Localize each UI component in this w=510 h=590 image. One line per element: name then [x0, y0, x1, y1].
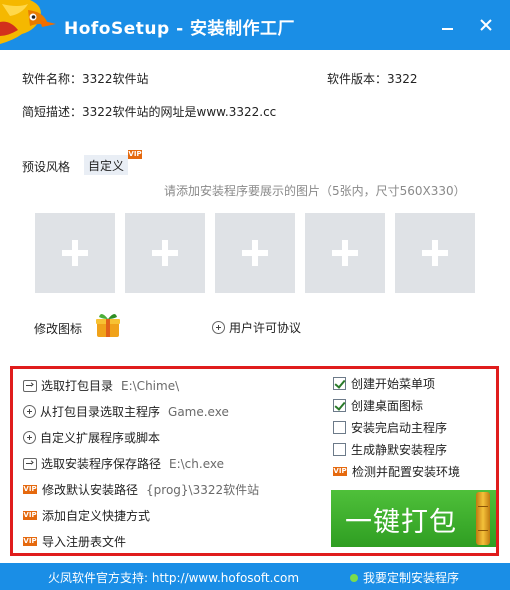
- select-main-program[interactable]: 从打包目录选取主程序 Game.exe: [23, 403, 229, 420]
- modify-install-path[interactable]: VIP 修改默认安装路径 {prog}\3322软件站: [23, 481, 259, 498]
- software-description-value: 3322软件站的网址是www.3322.cc: [82, 105, 277, 119]
- license-label: 用户许可协议: [229, 321, 302, 335]
- image-slots: [35, 213, 480, 293]
- add-image-slot[interactable]: [125, 213, 205, 293]
- plus-icon: [332, 240, 358, 266]
- row-value: {prog}\3322软件站: [146, 483, 260, 497]
- row-value: Game.exe: [168, 404, 229, 419]
- vip-badge: VIP: [23, 511, 37, 520]
- option-launch-after-install[interactable]: 安装完启动主程序: [333, 419, 447, 436]
- option-silent-installer[interactable]: 生成静默安装程序: [333, 441, 447, 458]
- phoenix-logo-icon: [0, 0, 58, 50]
- row-label: 从打包目录选取主程序: [40, 405, 161, 419]
- row-label: 自定义扩展程序或脚本: [40, 431, 161, 445]
- option-label: 安装完启动主程序: [351, 421, 448, 435]
- plus-icon: [152, 240, 178, 266]
- row-value: E:\Chime\: [121, 378, 180, 393]
- close-icon[interactable]: [478, 17, 494, 33]
- row-label: 修改默认安装路径: [42, 483, 139, 497]
- option-desktop-icon[interactable]: 创建桌面图标: [333, 397, 423, 414]
- plus-icon: [422, 240, 448, 266]
- add-circle-icon: [212, 321, 225, 334]
- vip-badge: VIP: [128, 150, 142, 159]
- app-icon-preview[interactable]: [93, 310, 123, 340]
- folder-icon: [23, 379, 37, 392]
- row-label: 选取安装程序保存路径: [41, 457, 162, 471]
- import-registry-file[interactable]: VIP 导入注册表文件: [23, 533, 126, 550]
- software-name-label: 软件名称：: [22, 72, 83, 86]
- software-version: 软件版本：3322: [327, 70, 418, 87]
- option-start-menu[interactable]: 创建开始菜单项: [333, 375, 435, 392]
- add-circle-icon: [23, 405, 36, 418]
- plus-icon: [242, 240, 268, 266]
- option-label: 创建桌面图标: [351, 399, 424, 413]
- vip-badge: VIP: [23, 485, 37, 494]
- select-save-path[interactable]: 选取安装程序保存路径 E:\ch.exe: [23, 455, 224, 472]
- modify-icon-label: 修改图标: [34, 322, 83, 336]
- vip-badge: VIP: [23, 537, 37, 546]
- window-title: HofoSetup - 安装制作工厂: [64, 19, 296, 39]
- row-value: E:\ch.exe: [169, 456, 224, 471]
- software-version-label: 软件版本：: [327, 72, 388, 86]
- software-description: 简短描述：3322软件站的网址是www.3322.cc: [22, 103, 276, 120]
- add-custom-shortcut[interactable]: VIP 添加自定义快捷方式: [23, 507, 150, 524]
- plus-icon: [62, 240, 88, 266]
- checkbox[interactable]: [333, 443, 346, 456]
- license-agreement-link[interactable]: 用户许可协议: [212, 319, 301, 336]
- checkbox[interactable]: [333, 399, 346, 412]
- custom-installer-label: 我要定制安装程序: [363, 571, 460, 585]
- folder-icon: [23, 457, 37, 470]
- custom-extension-script[interactable]: 自定义扩展程序或脚本: [23, 429, 160, 446]
- minimize-icon[interactable]: [440, 17, 456, 33]
- vip-badge: VIP: [333, 467, 347, 476]
- checkbox[interactable]: [333, 421, 346, 434]
- option-detect-environment[interactable]: VIP 检测并配置安装环境: [333, 463, 460, 480]
- add-image-slot[interactable]: [305, 213, 385, 293]
- title-bar: HofoSetup - 安装制作工厂: [0, 0, 510, 50]
- add-circle-icon: [23, 431, 36, 444]
- preset-style-tab[interactable]: 预设风格: [22, 158, 70, 175]
- build-settings-panel: 选取打包目录 E:\Chime\ 从打包目录选取主程序 Game.exe 自定义…: [10, 366, 499, 556]
- software-version-value: 3322: [387, 72, 418, 86]
- official-support-link[interactable]: 火凤软件官方支持: http://www.hofosoft.com: [48, 569, 299, 586]
- option-label: 检测并配置安装环境: [352, 465, 461, 479]
- row-label: 添加自定义快捷方式: [42, 509, 151, 523]
- software-name: 软件名称：3322软件站: [22, 70, 149, 87]
- build-button-label: 一键打包: [345, 507, 457, 538]
- add-image-slot[interactable]: [35, 213, 115, 293]
- checkbox[interactable]: [333, 377, 346, 390]
- row-label: 选取打包目录: [41, 379, 114, 393]
- custom-installer-link[interactable]: 我要定制安装程序: [350, 569, 459, 586]
- option-label: 创建开始菜单项: [351, 377, 436, 391]
- option-label: 生成静默安装程序: [351, 443, 448, 457]
- one-click-build-button[interactable]: 一键打包: [331, 490, 496, 547]
- add-image-slot[interactable]: [395, 213, 475, 293]
- footer-bar: 火凤软件官方支持: http://www.hofosoft.com 我要定制安装…: [0, 563, 510, 590]
- custom-style-tab[interactable]: 自定义: [84, 155, 129, 175]
- image-hint: 请添加安装程序要展示的图片（5张内，尺寸560X330）: [164, 184, 466, 198]
- row-label: 导入注册表文件: [42, 535, 127, 549]
- add-image-slot[interactable]: [215, 213, 295, 293]
- software-name-value: 3322软件站: [82, 72, 149, 86]
- status-dot-icon: [350, 573, 358, 582]
- software-description-label: 简短描述：: [22, 105, 83, 119]
- select-package-dir[interactable]: 选取打包目录 E:\Chime\: [23, 377, 179, 394]
- progress-bar-icon: [476, 492, 490, 545]
